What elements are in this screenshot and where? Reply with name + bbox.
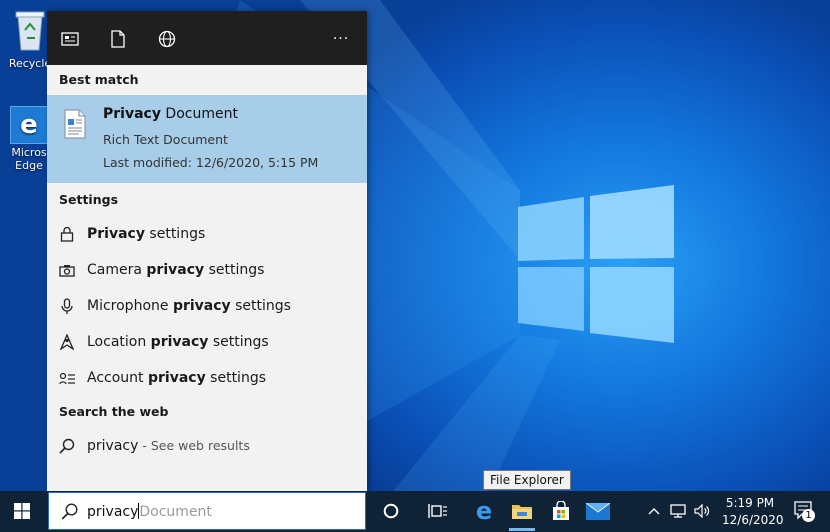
mail-taskbar-button[interactable] (584, 497, 612, 525)
mail-icon (586, 502, 610, 520)
web-search-label: privacy - See web results (87, 438, 250, 454)
search-input[interactable]: privacyDocument (87, 503, 212, 520)
location-icon (47, 334, 87, 350)
best-match-result[interactable]: Privacy Document Rich Text Document Last… (47, 95, 367, 183)
privacy-settings-item[interactable]: Privacy settings (47, 217, 367, 251)
account-privacy-settings-label: Account privacy settings (87, 370, 266, 386)
cortana-button[interactable] (377, 497, 405, 525)
task-view-button[interactable] (424, 497, 452, 525)
microphone-privacy-settings-item[interactable]: Microphone privacy settings (47, 289, 367, 323)
active-app-indicator (509, 528, 535, 531)
file-filter-icon[interactable] (107, 28, 129, 50)
action-center-button[interactable]: 1 (788, 497, 818, 525)
web-search-result[interactable]: privacy - See web results (47, 429, 367, 463)
windows-start-icon (14, 503, 30, 519)
microphone-privacy-settings-label: Microphone privacy settings (87, 298, 291, 314)
system-clock[interactable]: 5:19 PM 12/6/2020 (722, 495, 784, 529)
best-match-type: Rich Text Document (103, 132, 228, 147)
search-filter-bar: ··· (47, 11, 367, 65)
notification-count-badge: 1 (802, 509, 815, 522)
folder-icon (512, 505, 532, 519)
network-tray-button[interactable] (668, 497, 688, 525)
task-view-icon (428, 504, 447, 518)
clock-time: 5:19 PM (725, 496, 775, 510)
file-explorer-taskbar-button[interactable] (508, 497, 536, 525)
clock-date: 12/6/2020 (722, 513, 784, 527)
best-match-title: Privacy Document (103, 106, 238, 122)
search-the-web-header: Search the web (59, 404, 169, 419)
store-bag-icon (553, 501, 569, 520)
camera-icon (47, 264, 87, 277)
microphone-icon (47, 297, 87, 315)
settings-header: Settings (59, 192, 119, 207)
chevron-up-icon (648, 508, 660, 515)
windows-wallpaper-logo (518, 185, 674, 343)
cortana-circle-icon (383, 503, 399, 519)
search-panel: ··· Best match Privacy Document Rich Tex… (47, 11, 367, 491)
edge-taskbar-button[interactable]: e (470, 497, 498, 525)
taskbar-search-box[interactable]: privacyDocument (48, 492, 366, 530)
best-match-header: Best match (59, 72, 139, 87)
rich-text-document-icon (64, 109, 86, 139)
camera-privacy-settings-item[interactable]: Camera privacy settings (47, 253, 367, 287)
location-privacy-settings-label: Location privacy settings (87, 334, 269, 350)
recycle-bin-icon (15, 11, 45, 51)
edge-icon: e (10, 106, 48, 144)
edge-icon: e (475, 497, 493, 525)
more-icon[interactable]: ··· (330, 28, 352, 50)
show-hidden-icons-button[interactable] (645, 497, 663, 525)
lock-icon (47, 226, 87, 242)
web-filter-icon[interactable] (156, 28, 178, 50)
search-icon (61, 503, 78, 520)
camera-privacy-settings-label: Camera privacy settings (87, 262, 265, 278)
location-privacy-settings-item[interactable]: Location privacy settings (47, 325, 367, 359)
store-taskbar-button[interactable] (547, 497, 575, 525)
network-icon (670, 504, 686, 518)
privacy-settings-label: Privacy settings (87, 226, 206, 242)
search-icon (47, 438, 87, 454)
file-explorer-tooltip: File Explorer (483, 470, 571, 490)
documents-filter-icon[interactable] (59, 28, 81, 50)
volume-icon (693, 504, 709, 518)
account-privacy-settings-item[interactable]: Account privacy settings (47, 361, 367, 395)
account-icon (47, 372, 87, 385)
start-button[interactable] (8, 497, 36, 525)
best-match-modified: Last modified: 12/6/2020, 5:15 PM (103, 155, 319, 170)
volume-tray-button[interactable] (692, 497, 712, 525)
